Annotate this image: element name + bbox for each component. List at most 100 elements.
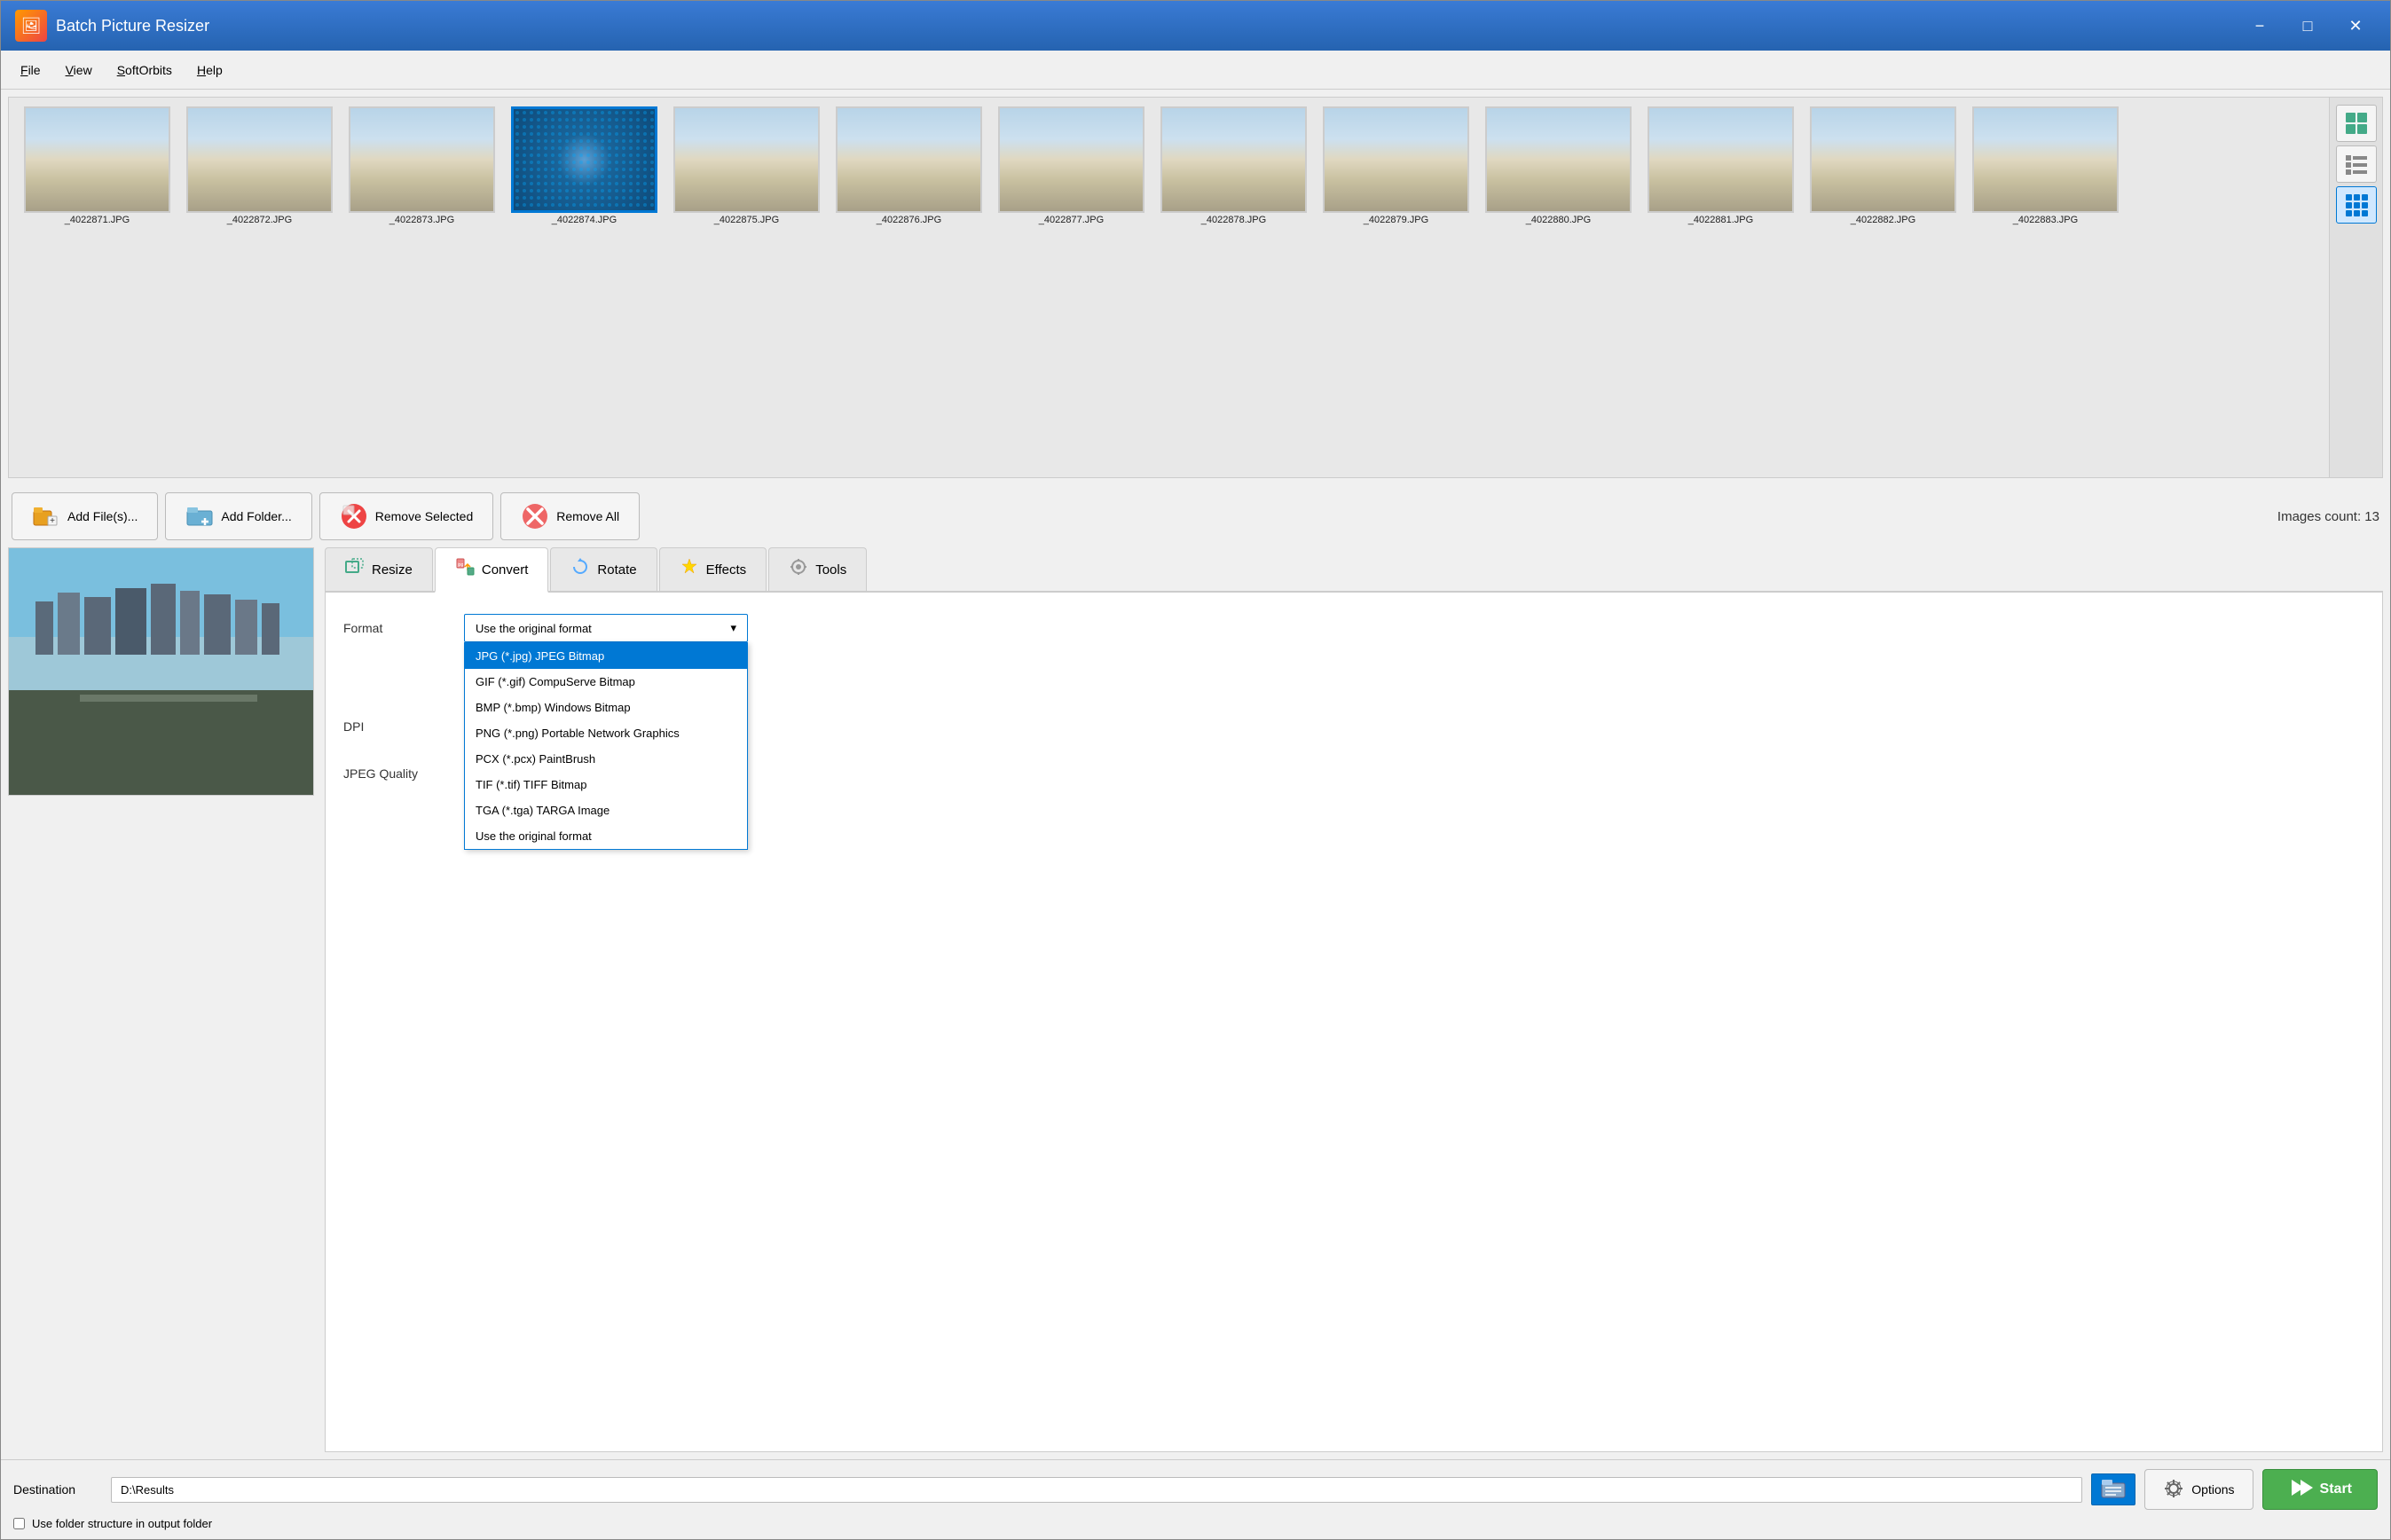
add-folder-button[interactable]: Add Folder... [165, 492, 311, 540]
convert-tab-icon: jpg [455, 557, 475, 582]
list-item[interactable]: _4022873.JPG [344, 106, 499, 225]
add-folder-icon [185, 502, 214, 530]
image-label: _4022882.JPG [1851, 215, 1915, 225]
title-bar-controls: − □ ✕ [2239, 8, 2376, 43]
format-option-tga[interactable]: TGA (*.tga) TARGA Image [465, 798, 747, 823]
image-label: _4022875.JPG [714, 215, 779, 225]
image-label: _4022881.JPG [1688, 215, 1753, 225]
remove-all-label: Remove All [556, 509, 619, 523]
menu-bar: File View SoftOrbits Help [1, 51, 2390, 90]
remove-selected-button[interactable]: Remove Selected [319, 492, 494, 540]
destination-browse-button[interactable] [2091, 1473, 2135, 1505]
image-label: _4022873.JPG [389, 215, 454, 225]
image-label: _4022872.JPG [227, 215, 292, 225]
add-files-icon: + [32, 502, 60, 530]
minimize-button[interactable]: − [2239, 8, 2280, 43]
destination-label: Destination [13, 1482, 102, 1497]
list-item[interactable]: _4022871.JPG [20, 106, 175, 225]
list-item[interactable]: _4022882.JPG [1805, 106, 1961, 225]
tab-content-convert: Format Use the original format ▾ JPG (*.… [325, 593, 2383, 1452]
menu-view[interactable]: View [53, 58, 105, 82]
gear-icon [2163, 1478, 2184, 1502]
main-window: 🖼 Batch Picture Resizer − □ ✕ File View … [0, 0, 2391, 1540]
tab-tools-label: Tools [815, 562, 846, 578]
remove-all-button[interactable]: Remove All [500, 492, 640, 540]
format-option-gif[interactable]: GIF (*.gif) CompuServe Bitmap [465, 669, 747, 695]
tab-convert[interactable]: jpg Convert [435, 547, 549, 593]
folder-structure-checkbox[interactable] [13, 1518, 25, 1529]
menu-file[interactable]: File [8, 58, 53, 82]
menu-help[interactable]: Help [185, 58, 235, 82]
chevron-down-icon: ▾ [730, 621, 736, 635]
title-bar: 🖼 Batch Picture Resizer − □ ✕ [1, 1, 2390, 51]
gallery-sidebar [2329, 98, 2382, 477]
image-label: _4022874.JPG [552, 215, 617, 225]
remove-all-icon [521, 502, 549, 530]
list-item[interactable]: _4022880.JPG [1481, 106, 1636, 225]
view-grid-button[interactable] [2336, 186, 2377, 224]
dpi-label: DPI [343, 719, 450, 734]
image-label: _4022871.JPG [65, 215, 130, 225]
format-selected-value: Use the original format [476, 622, 592, 635]
list-item[interactable]: _4022874.JPG [507, 106, 662, 225]
title-bar-text: Batch Picture Resizer [56, 17, 2239, 35]
list-item[interactable]: _4022879.JPG [1318, 106, 1474, 225]
format-dropdown-trigger[interactable]: Use the original format ▾ [464, 614, 748, 642]
list-item[interactable]: _4022876.JPG [831, 106, 987, 225]
format-option-jpg[interactable]: JPG (*.jpg) JPEG Bitmap [465, 643, 747, 669]
start-button[interactable]: Start [2262, 1469, 2378, 1510]
list-item[interactable]: _4022881.JPG [1643, 106, 1798, 225]
tab-convert-label: Convert [482, 562, 529, 578]
options-label: Options [2191, 1482, 2234, 1497]
add-files-button[interactable]: + Add File(s)... [12, 492, 158, 540]
tab-resize-label: Resize [372, 562, 413, 578]
destination-row: Destination [13, 1469, 2378, 1510]
image-label: _4022876.JPG [877, 215, 941, 225]
format-option-bmp[interactable]: BMP (*.bmp) Windows Bitmap [465, 695, 747, 720]
options-button[interactable]: Options [2144, 1469, 2253, 1510]
tab-rotate-label: Rotate [597, 562, 636, 578]
image-grid: _4022871.JPG _4022872.JPG _4022873.JPG [9, 98, 2329, 477]
remove-selected-label: Remove Selected [375, 509, 474, 523]
format-row: Format Use the original format ▾ JPG (*.… [343, 614, 2364, 642]
image-label: _4022880.JPG [1526, 215, 1591, 225]
maximize-button[interactable]: □ [2287, 8, 2328, 43]
toolbar: + Add File(s)... Add Folder... [1, 485, 2390, 547]
format-option-tif[interactable]: TIF (*.tif) TIFF Bitmap [465, 772, 747, 798]
list-item[interactable]: _4022883.JPG [1968, 106, 2123, 225]
list-item[interactable]: _4022878.JPG [1156, 106, 1311, 225]
image-label: _4022878.JPG [1201, 215, 1266, 225]
svg-text:+: + [50, 516, 55, 526]
start-label: Start [2320, 1481, 2352, 1497]
image-label: _4022879.JPG [1364, 215, 1428, 225]
checkbox-row: Use folder structure in output folder [13, 1517, 2378, 1530]
list-item[interactable]: _4022877.JPG [994, 106, 1149, 225]
resize-tab-icon [345, 557, 365, 582]
close-button[interactable]: ✕ [2335, 8, 2376, 43]
preview-image [8, 547, 314, 796]
view-list-button[interactable] [2336, 145, 2377, 183]
tab-bar: Resize jpg Convert [325, 547, 2383, 593]
tab-resize[interactable]: Resize [325, 547, 433, 591]
app-icon: 🖼 [15, 10, 47, 42]
format-dropdown-container: Use the original format ▾ JPG (*.jpg) JP… [464, 614, 748, 642]
list-item[interactable]: _4022875.JPG [669, 106, 824, 225]
folder-structure-label[interactable]: Use folder structure in output folder [32, 1517, 212, 1530]
menu-softorbits[interactable]: SoftOrbits [105, 58, 185, 82]
right-panel: Resize jpg Convert [325, 547, 2383, 1452]
destination-input[interactable] [111, 1477, 2082, 1503]
view-large-button[interactable] [2336, 105, 2377, 142]
tools-tab-icon [789, 557, 808, 582]
format-label: Format [343, 621, 450, 635]
tab-effects[interactable]: Effects [659, 547, 767, 591]
image-label: _4022877.JPG [1039, 215, 1104, 225]
main-content: Resize jpg Convert [1, 547, 2390, 1459]
format-option-png[interactable]: PNG (*.png) Portable Network Graphics [465, 720, 747, 746]
tab-tools[interactable]: Tools [768, 547, 867, 591]
format-option-original[interactable]: Use the original format [465, 823, 747, 849]
tab-rotate[interactable]: Rotate [550, 547, 657, 591]
add-files-label: Add File(s)... [67, 509, 138, 523]
format-dropdown-list: JPG (*.jpg) JPEG Bitmap GIF (*.gif) Comp… [464, 642, 748, 850]
format-option-pcx[interactable]: PCX (*.pcx) PaintBrush [465, 746, 747, 772]
list-item[interactable]: _4022872.JPG [182, 106, 337, 225]
